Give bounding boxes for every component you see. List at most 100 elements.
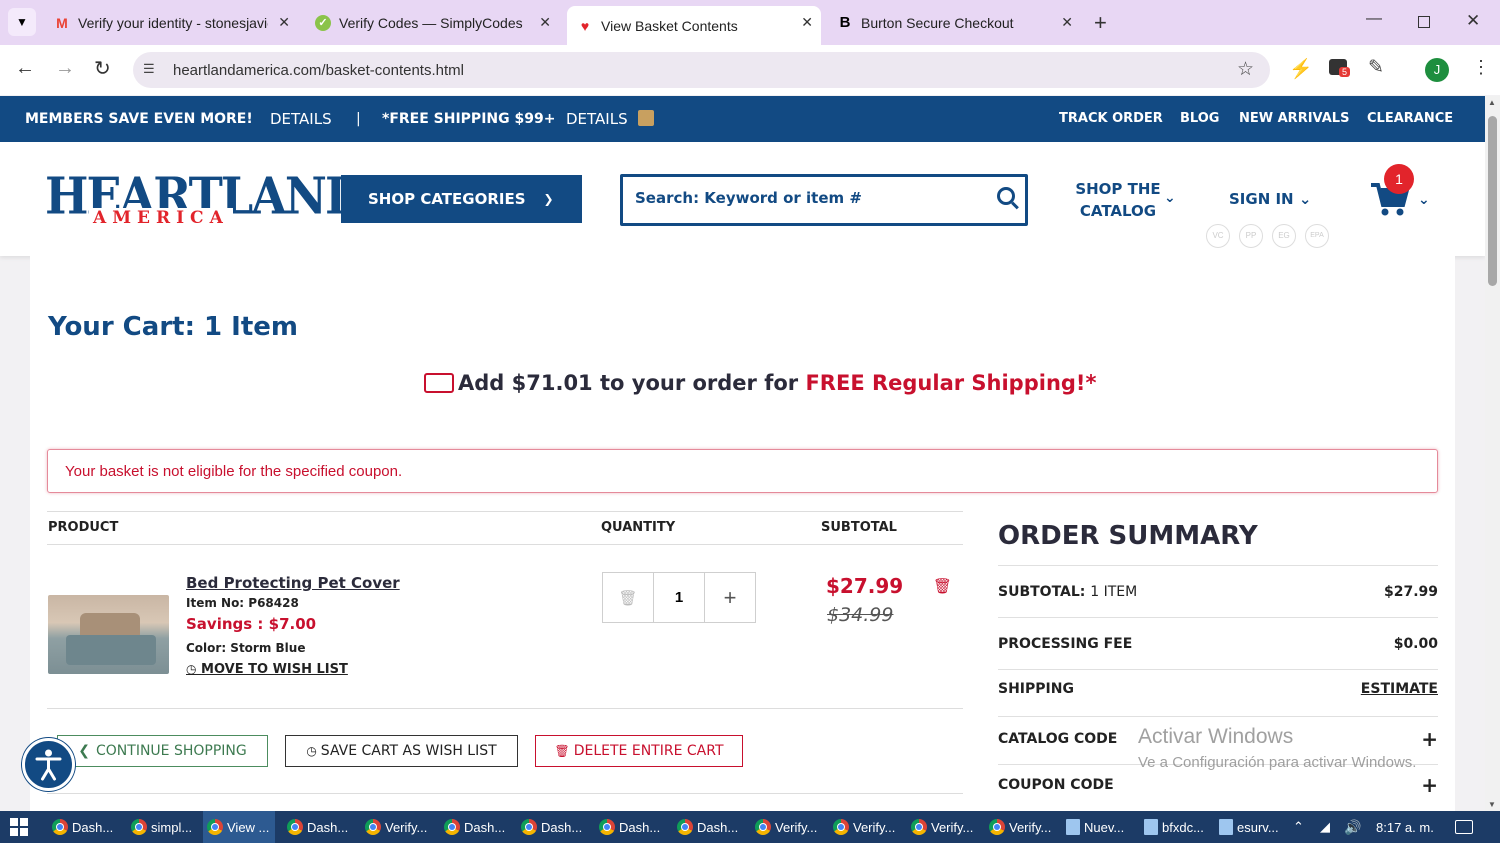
move-to-wish-list-link[interactable]: ◷ MOVE TO WISH LIST [186, 662, 348, 677]
members-details-link[interactable]: DETAILS [270, 110, 332, 128]
chevron-down-icon[interactable]: ⌄ [1418, 192, 1430, 208]
shop-categories-button[interactable]: SHOP CATEGORIES ❯ [341, 175, 582, 223]
decrease-trash-icon[interactable]: 🗑 [603, 573, 654, 622]
taskbar-item[interactable]: Dash... [595, 811, 670, 843]
address-bar[interactable]: ☰ heartlandamerica.com/basket-contents.h… [133, 52, 1270, 88]
start-button[interactable] [10, 811, 28, 843]
product-image[interactable] [48, 595, 169, 674]
wifi-icon[interactable]: ◢ [1320, 811, 1330, 843]
bookmark-star-icon[interactable]: ☆ [1237, 58, 1254, 81]
volume-icon[interactable]: 🔊 [1344, 811, 1361, 843]
gmail-icon: M [56, 15, 68, 31]
close-tab-icon[interactable]: ✕ [278, 14, 290, 31]
tab-view-basket[interactable]: ♥ View Basket Contents ✕ [567, 6, 821, 45]
accessibility-button[interactable] [22, 738, 75, 791]
chrome-icon [521, 819, 537, 835]
product-name-link[interactable]: Bed Protecting Pet Cover [186, 574, 400, 592]
clock-icon: ◷ [306, 744, 317, 758]
taskbar-item[interactable]: Nuev... [1062, 811, 1137, 843]
tab-search-dropdown-icon[interactable]: ▼ [8, 8, 36, 36]
profile-avatar[interactable]: J [1425, 58, 1449, 82]
restore-icon[interactable] [1418, 16, 1430, 28]
taskbar-item[interactable]: Verify... [907, 811, 982, 843]
tab-simplycodes[interactable]: ✓ Verify Codes — SimplyCodes ✕ [307, 8, 559, 38]
taskbar-item-label: Verify... [931, 819, 974, 835]
taskbar-item[interactable]: Verify... [985, 811, 1060, 843]
search-input[interactable] [635, 189, 975, 207]
taskbar-item[interactable]: Verify... [829, 811, 904, 843]
new-tab-icon[interactable]: + [1094, 10, 1107, 36]
coupon-code-row[interactable]: COUPON CODE + [998, 773, 1438, 797]
expand-plus-icon[interactable]: + [1421, 773, 1438, 797]
taskbar-item[interactable]: Verify... [751, 811, 826, 843]
remove-item-trash-icon[interactable]: 🗑 [933, 577, 952, 595]
page-scrollbar[interactable]: ▲ ▼ [1485, 96, 1500, 811]
taskbar-item[interactable]: simpl... [127, 811, 199, 843]
taskbar-item[interactable]: esurv... [1215, 811, 1290, 843]
divider [47, 511, 963, 512]
nav-new-arrivals[interactable]: NEW ARRIVALS [1239, 111, 1349, 126]
browser-menu-icon[interactable]: ⋮ [1472, 57, 1490, 78]
taskbar-item[interactable]: Dash... [440, 811, 515, 843]
expand-plus-icon[interactable]: + [1421, 727, 1438, 751]
save-cart-as-wish-list-button[interactable]: ◷ SAVE CART AS WISH LIST [285, 735, 518, 767]
scrollbar-thumb[interactable] [1488, 116, 1497, 286]
extension-bolt-icon[interactable]: ⚡ [1289, 57, 1313, 81]
site-info-icon[interactable]: ☰ [143, 61, 155, 77]
increase-plus-icon[interactable]: + [705, 573, 755, 622]
clock-icon: ◷ [186, 662, 197, 676]
taskbar-item-label: simpl... [151, 819, 193, 835]
extension-badge-icon[interactable]: 5 [1329, 59, 1351, 77]
chrome-icon [833, 819, 849, 835]
truck-icon [424, 373, 454, 393]
close-window-icon[interactable]: ✕ [1466, 11, 1480, 31]
taskbar-item[interactable]: Dash... [517, 811, 592, 843]
summary-subtotal-row: SUBTOTAL: 1 ITEM $27.99 [998, 584, 1438, 600]
heartland-icon: ♥ [580, 17, 590, 34]
payment-badge-vc: VC [1206, 224, 1230, 248]
taskbar-item[interactable]: Dash... [673, 811, 748, 843]
tab-gmail[interactable]: M Verify your identity - stonesjavie ✕ [46, 8, 298, 38]
close-tab-icon[interactable]: ✕ [801, 14, 813, 31]
divider [998, 565, 1438, 566]
taskbar-item[interactable]: bfxdc... [1140, 811, 1212, 843]
nav-blog[interactable]: BLOG [1180, 111, 1219, 126]
coupon-alert: Your basket is not eligible for the spec… [47, 449, 1438, 493]
simplycodes-icon: ✓ [315, 15, 331, 31]
reload-icon[interactable]: ↻ [94, 56, 111, 81]
taskbar-item[interactable]: Verify... [361, 811, 436, 843]
taskbar-item-label: bfxdc... [1162, 819, 1204, 835]
forward-icon[interactable]: → [55, 57, 75, 80]
minimize-icon[interactable]: — [1366, 10, 1382, 28]
taskbar-item[interactable]: Dash... [283, 811, 358, 843]
nav-track-order[interactable]: TRACK ORDER [1059, 111, 1163, 126]
close-tab-icon[interactable]: ✕ [1061, 14, 1073, 31]
extensions-puzzle-icon[interactable]: ✎ [1368, 56, 1384, 79]
taskbar-item-label: Nuev... [1084, 819, 1125, 835]
shipping-details-link[interactable]: DETAILS [566, 110, 628, 128]
continue-shopping-button[interactable]: ❮ CONTINUE SHOPPING [57, 735, 268, 767]
taskbar-item-label: esurv... [1237, 819, 1279, 835]
shipping-estimate-link[interactable]: ESTIMATE [1361, 681, 1438, 697]
taskbar-item-label: Verify... [385, 819, 428, 835]
tray-chevron-up-icon[interactable]: ⌃ [1293, 811, 1304, 843]
scroll-down-arrow-icon[interactable]: ▼ [1488, 800, 1496, 809]
heartland-america-logo[interactable]: HEARTLAND AMERICA [45, 170, 365, 232]
chrome-icon [911, 819, 927, 835]
taskbar-item[interactable]: View ... [203, 811, 275, 843]
notification-icon[interactable] [1455, 811, 1473, 843]
taskbar-item[interactable]: Dash... [48, 811, 123, 843]
sign-in-menu[interactable]: SIGN IN ⌄ [1229, 190, 1311, 208]
nav-clearance[interactable]: CLEARANCE [1367, 111, 1453, 126]
free-shipping-promo: *FREE SHIPPING $99+ [382, 111, 556, 127]
shop-the-catalog-menu[interactable]: SHOP THE CATALOG [1068, 178, 1168, 222]
quantity-input[interactable]: 1 [654, 573, 705, 622]
scroll-up-arrow-icon[interactable]: ▲ [1488, 98, 1496, 107]
delete-entire-cart-button[interactable]: 🗑 DELETE ENTIRE CART [535, 735, 743, 767]
back-icon[interactable]: ← [15, 57, 35, 80]
payment-badge-epa: EPA [1305, 224, 1329, 248]
close-tab-icon[interactable]: ✕ [539, 14, 551, 31]
clock[interactable]: 8:17 a. m. [1376, 811, 1434, 843]
free-shipping-message: Add $71.01 to your order for FREE Regula… [424, 371, 1096, 395]
tab-burton[interactable]: B Burton Secure Checkout ✕ [829, 8, 1081, 38]
